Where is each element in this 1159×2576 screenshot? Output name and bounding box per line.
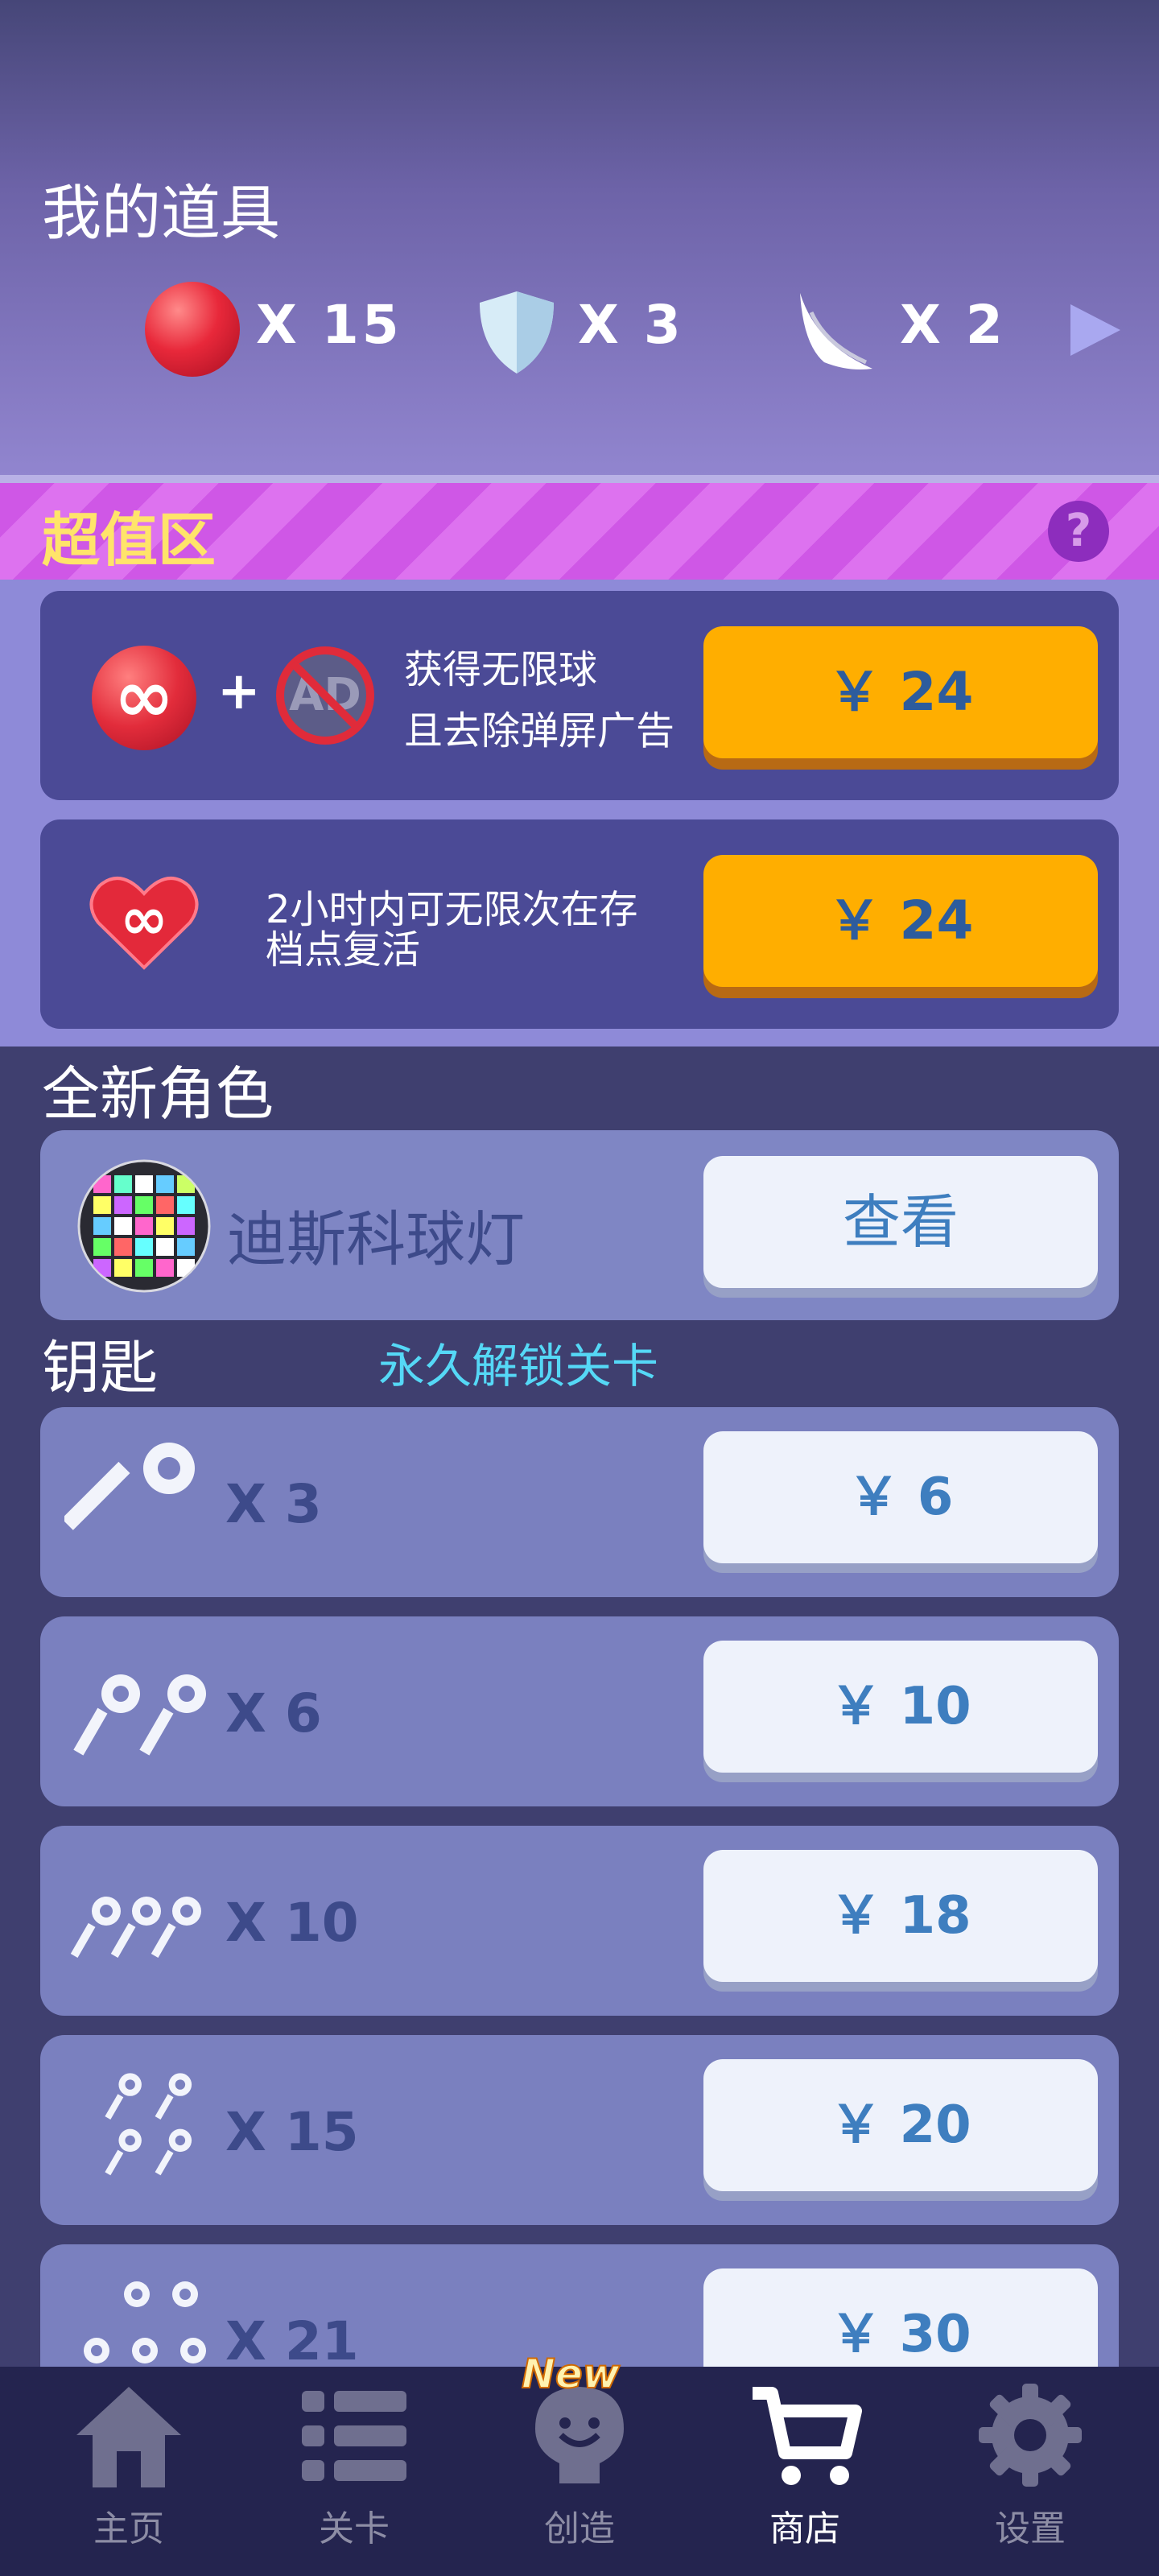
keys-subtitle: 永久解锁关卡 bbox=[378, 1339, 659, 1393]
cart-icon bbox=[753, 2387, 862, 2485]
no-ad-icon: AD bbox=[276, 646, 374, 745]
nav-create-label: 创造 bbox=[544, 2508, 615, 2549]
key-icon bbox=[64, 1443, 195, 1530]
keys-icon bbox=[105, 2073, 192, 2176]
key-pack-count: X 21 bbox=[225, 2310, 359, 2372]
new-badge: New bbox=[521, 2350, 621, 2398]
svg-text:∞: ∞ bbox=[120, 885, 168, 952]
new-characters-title: 全新角色 bbox=[42, 1060, 274, 1128]
wing-icon bbox=[800, 293, 872, 369]
nav-levels-label: 关卡 bbox=[319, 2508, 390, 2549]
disco-ball-icon bbox=[77, 1159, 211, 1293]
wing-count: X 2 bbox=[900, 294, 1006, 356]
list-icon bbox=[302, 2391, 406, 2481]
key-pack-count: X 3 bbox=[225, 1473, 322, 1535]
buy-unlimited-revive-button[interactable]: ￥ 24 bbox=[703, 855, 1098, 987]
keys-icon bbox=[73, 1674, 206, 1756]
nav-create[interactable]: 创造 bbox=[491, 2379, 668, 2572]
keys-title: 钥匙 bbox=[42, 1334, 159, 1402]
shield-icon bbox=[480, 291, 554, 374]
key-pack-count: X 15 bbox=[225, 2101, 359, 2163]
view-character-button[interactable]: 查看 bbox=[703, 1156, 1098, 1288]
key-pack-count: X 6 bbox=[225, 1682, 322, 1744]
help-button[interactable]: ? bbox=[1048, 501, 1109, 562]
inventory-title: 我的道具 bbox=[42, 179, 280, 248]
shield-count: X 3 bbox=[578, 294, 684, 356]
deal1-description-line2: 且去除弹屏广告 bbox=[404, 708, 675, 753]
infinite-ball-icon: ∞ bbox=[92, 646, 196, 750]
red-ball-icon bbox=[145, 282, 240, 377]
deal1-description-line1: 获得无限球 bbox=[404, 647, 598, 692]
nav-home[interactable]: 主页 bbox=[40, 2379, 217, 2572]
nav-settings[interactable]: 设置 bbox=[942, 2379, 1119, 2572]
gear-icon bbox=[979, 2384, 1082, 2487]
plus-icon: + bbox=[217, 662, 261, 721]
deal2-description-line2: 档点复活 bbox=[266, 927, 421, 972]
buy-keys-button[interactable]: ￥ 6 bbox=[703, 1431, 1098, 1563]
nav-shop[interactable]: 商店 bbox=[716, 2379, 893, 2572]
key-pack-count: X 10 bbox=[225, 1892, 359, 1954]
ball-count: X 15 bbox=[256, 294, 402, 356]
home-icon bbox=[76, 2387, 181, 2487]
heart-infinity-icon: ∞ bbox=[89, 877, 199, 970]
buy-unlimited-balls-button[interactable]: ￥ 24 bbox=[703, 626, 1098, 758]
next-arrow-icon[interactable] bbox=[1070, 304, 1120, 356]
nav-settings-label: 设置 bbox=[995, 2508, 1066, 2549]
nav-shop-label: 商店 bbox=[769, 2508, 840, 2549]
buy-keys-button[interactable]: ￥ 20 bbox=[703, 2059, 1098, 2191]
nav-levels[interactable]: 关卡 bbox=[266, 2379, 443, 2572]
keys-icon bbox=[70, 1897, 201, 1958]
character-name: 迪斯科球灯 bbox=[227, 1205, 525, 1274]
buy-keys-button[interactable]: ￥ 18 bbox=[703, 1850, 1098, 1982]
nav-home-label: 主页 bbox=[93, 2508, 164, 2549]
super-value-title: 超值区 bbox=[42, 506, 217, 574]
buy-keys-button[interactable]: ￥ 10 bbox=[703, 1641, 1098, 1773]
